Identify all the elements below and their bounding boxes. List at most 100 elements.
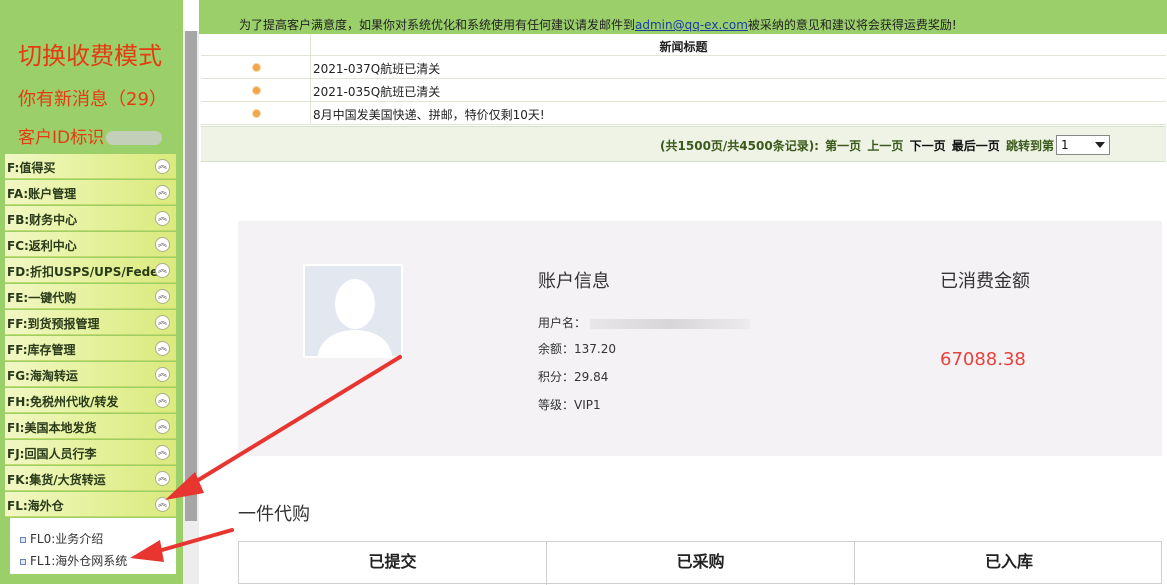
spent-amount-value: 67088.38 — [940, 349, 1026, 370]
sidebar-item-label: FG:海淘转运 — [7, 369, 78, 383]
news-bullet-cell — [201, 102, 311, 124]
collapse-icon[interactable]: ︽ — [155, 289, 170, 304]
news-row[interactable]: 8月中国发美国快递、拼邮，特价仅剩10天! — [201, 102, 1166, 125]
status-submitted[interactable]: 已提交 — [239, 542, 547, 585]
sidebar-item-ff-inventory[interactable]: FF:库存管理 ︽ — [5, 336, 176, 361]
collapse-icon[interactable]: ︽ — [155, 471, 170, 486]
sidebar-item-fj[interactable]: FJ:回国人员行李 ︽ — [5, 440, 176, 465]
status-purchased[interactable]: 已采购 — [547, 542, 855, 585]
account-level: 等级：VIP1 — [538, 398, 601, 412]
left-sidebar: 切换收费模式 你有新消息（29） 客户ID标识 F:值得买 ︽ FA:账户管理 ︽ … — [0, 0, 183, 584]
sidebar-item-label: FC:返利中心 — [7, 239, 77, 253]
status-warehoused[interactable]: 已入库 — [855, 542, 1163, 585]
sidebar-item-label: FD:折扣USPS/UPS/Fedex — [7, 265, 167, 279]
sidebar-item-fb[interactable]: FB:财务中心 ︽ — [5, 206, 176, 231]
sidebar-item-ff-forecast[interactable]: FF:到货预报管理 ︽ — [5, 310, 176, 335]
sidebar-item-fh[interactable]: FH:免税州代收/转发 ︽ — [5, 388, 176, 413]
sidebar-scrollbar[interactable] — [183, 31, 199, 584]
sidebar-menu: F:值得买 ︽ FA:账户管理 ︽ FB:财务中心 ︽ FC:返利中心 ︽ FD:折扣U… — [5, 154, 176, 518]
sidebar-item-label: FF:库存管理 — [7, 343, 76, 357]
sidebar-item-fl[interactable]: FL:海外仓 ︽ — [5, 492, 176, 517]
sidebar-item-fa[interactable]: FA:账户管理 ︽ — [5, 180, 176, 205]
collapse-icon[interactable]: ︽ — [155, 315, 170, 330]
spent-amount-title: 已消费金额 — [940, 271, 1030, 292]
page-select[interactable]: 1 — [1056, 135, 1110, 155]
news-header-row: 新闻标题 — [201, 34, 1166, 56]
avatar-silhouette-icon — [305, 266, 401, 356]
news-table: 新闻标题 2021-037Q航班已清关 2021-035Q航班已清关 8月中国发… — [201, 34, 1166, 125]
customer-id: 客户ID标识 — [18, 123, 201, 148]
bullet-square-icon — [20, 536, 26, 543]
bullet-dot-icon — [253, 87, 260, 94]
sidebar-item-fd[interactable]: FD:折扣USPS/UPS/Fedex ︽ — [5, 258, 176, 283]
collapse-icon[interactable]: ︽ — [155, 445, 170, 460]
sidebar-item-fc[interactable]: FC:返利中心 ︽ — [5, 232, 176, 257]
one-click-purchase-title: 一件代购 — [238, 504, 310, 525]
news-bullet-cell — [201, 56, 311, 78]
news-title-link[interactable]: 2021-037Q航班已清关 — [313, 60, 440, 77]
collapse-icon[interactable]: ︽ — [155, 341, 170, 356]
submenu-item-label: FL1:海外仓网系统 — [30, 554, 128, 568]
top-bar — [199, 0, 1167, 16]
collapse-icon[interactable]: ︽ — [155, 159, 170, 174]
prev-page-link[interactable]: 上一页 — [867, 139, 903, 153]
pagination-text: (共1500页/共4500条记录): 第一页 上一页 下一页 最后一页 跳转到第 — [658, 137, 1054, 154]
chevron-down-icon — [1095, 142, 1105, 148]
collapse-icon[interactable]: ︽ — [155, 419, 170, 434]
sidebar-item-label: F:值得买 — [7, 161, 56, 175]
account-card: 账户信息 用户名： 余额：137.20 积分：29.84 等级：VIP1 已消费… — [238, 221, 1162, 456]
news-bullet-cell — [201, 79, 311, 101]
pagination-bar: (共1500页/共4500条记录): 第一页 上一页 下一页 最后一页 跳转到第… — [201, 126, 1166, 162]
news-header-title: 新闻标题 — [659, 40, 708, 54]
notice-text: 为了提高客户满意度，如果你对系统优化和系统使用有任何建议请发邮件到 — [239, 18, 636, 32]
sidebar-item-label: FB:财务中心 — [7, 213, 78, 227]
redacted-id — [106, 131, 163, 145]
bullet-square-icon — [20, 558, 26, 565]
sidebar-item-label: FH:免税州代收/转发 — [7, 395, 119, 409]
purchase-status-table: 已提交 已采购 已入库 — [238, 541, 1163, 585]
new-messages-link[interactable]: 你有新消息（29） — [18, 85, 201, 111]
collapse-icon[interactable]: ︽ — [155, 185, 170, 200]
sidebar-item-label: FE:一键代购 — [7, 291, 77, 305]
sidebar-item-fk[interactable]: FK:集货/大货转运 ︽ — [5, 466, 176, 491]
submenu-item-business-intro[interactable]: FL0:业务介绍 — [20, 530, 103, 547]
sidebar-item-fe[interactable]: FE:一键代购 ︽ — [5, 284, 176, 309]
submenu-overseas-warehouse: FL0:业务介绍 FL1:海外仓网系统 — [10, 518, 176, 574]
sidebar-item-label: FF:到货预报管理 — [7, 317, 100, 331]
avatar — [303, 264, 403, 358]
scrollbar-thumb[interactable] — [185, 31, 197, 521]
notice-bar: 为了提高客户满意度，如果你对系统优化和系统使用有任何建议请发邮件到admin@q… — [199, 16, 1167, 34]
news-row[interactable]: 2021-037Q航班已清关 — [201, 56, 1166, 79]
sidebar-item-fg[interactable]: FG:海淘转运 ︽ — [5, 362, 176, 387]
pagination-summary: (共1500页/共4500条记录): — [660, 139, 819, 153]
collapse-icon[interactable]: ︽ — [155, 497, 170, 512]
bullet-dot-icon — [253, 110, 260, 117]
switch-mode-link[interactable]: 切换收费模式 — [18, 36, 201, 71]
account-username: 用户名： — [538, 314, 751, 331]
collapse-icon[interactable]: ︽ — [155, 237, 170, 252]
redacted-username — [590, 318, 751, 329]
account-info-title: 账户信息 — [538, 271, 610, 292]
collapse-icon[interactable]: ︽ — [155, 367, 170, 382]
news-title-link[interactable]: 2021-035Q航班已清关 — [313, 83, 440, 100]
sidebar-item-label: FL:海外仓 — [7, 499, 64, 513]
customer-id-label: 客户ID标识 — [18, 128, 105, 148]
collapse-icon[interactable]: ︽ — [155, 211, 170, 226]
news-row[interactable]: 2021-035Q航班已清关 — [201, 79, 1166, 102]
jump-to-label: 跳转到第 — [1005, 139, 1054, 153]
admin-email-link[interactable]: admin@qq-ex.com — [635, 18, 748, 32]
sidebar-item-fi[interactable]: FI:美国本地发货 ︽ — [5, 414, 176, 439]
sidebar-item-label: FA:账户管理 — [7, 187, 77, 201]
username-label: 用户名： — [538, 316, 587, 330]
collapse-icon[interactable]: ︽ — [155, 393, 170, 408]
account-balance: 余额：137.20 — [538, 342, 616, 356]
next-page-link[interactable]: 下一页 — [910, 139, 946, 153]
submenu-item-warehouse-system[interactable]: FL1:海外仓网系统 — [20, 552, 127, 569]
news-title-link[interactable]: 8月中国发美国快递、拼邮，特价仅剩10天! — [313, 106, 545, 123]
sidebar-item-f[interactable]: F:值得买 ︽ — [5, 154, 176, 179]
account-points: 积分：29.84 — [538, 370, 609, 384]
first-page-link[interactable]: 第一页 — [825, 139, 861, 153]
notice-text-tail: 被采纳的意见和建议将会获得运费奖励! — [747, 18, 957, 32]
last-page-link[interactable]: 最后一页 — [952, 139, 1000, 153]
collapse-icon[interactable]: ︽ — [155, 263, 170, 278]
